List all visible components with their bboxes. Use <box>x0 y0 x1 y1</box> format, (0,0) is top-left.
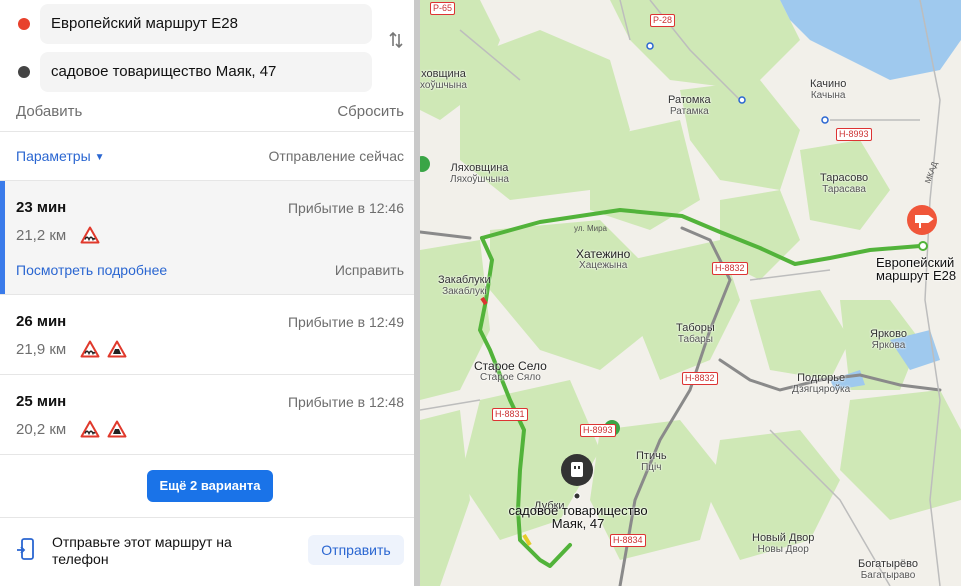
road-label: Р-65 <box>430 2 456 15</box>
route-details-link[interactable]: Посмотреть подробнее <box>16 262 167 278</box>
route-distance: 21,2 км <box>16 227 67 244</box>
waypoint-from-dot <box>18 18 30 30</box>
send-button[interactable]: Отправить <box>308 535 404 565</box>
place-label-staroe-selo: Старое Село Старое Сяло <box>474 359 547 383</box>
route-warnings <box>80 340 130 360</box>
place-label-lyakhovshchina-west: ховщина хоўшчына <box>420 68 467 91</box>
route-distance: 21,9 км <box>16 341 67 358</box>
parameters-dropdown[interactable]: Параметры ▼ <box>16 148 105 164</box>
route-time: 25 мин <box>16 393 67 410</box>
route-panel: Европейский маршрут E28 садовое товарище… <box>0 0 414 586</box>
waypoint-from-row: Европейский маршрут E28 <box>0 4 414 44</box>
route-option-3[interactable]: 25 мин Прибытие в 12:48 20,2 км <box>0 375 414 454</box>
swap-arrows-icon <box>389 31 403 49</box>
road-label: Н-8832 <box>712 262 748 275</box>
destination-label: Европейский маршрут E28 <box>876 255 957 283</box>
route-fix-link[interactable]: Исправить <box>335 262 404 278</box>
place-label-khatezhino: Хатежино Хацежына <box>576 247 631 271</box>
route-option-1[interactable]: 23 мин Прибытие в 12:46 21,2 км Посмотре… <box>0 181 414 294</box>
origin-label: садовое товарищество Маяк, 47 <box>508 503 648 531</box>
place-label-bogatyrevo: Богатырёво Багатыраво <box>858 558 919 581</box>
bumps-sign-icon <box>80 420 100 438</box>
send-to-phone-text: Отправьте этот маршрут на телефон <box>52 534 232 567</box>
unpaved-sign-icon <box>107 340 127 358</box>
place-label-tabory: Таборы Табары <box>676 322 715 345</box>
bumps-sign-icon <box>80 226 100 244</box>
route-warnings <box>80 420 130 440</box>
route-warnings <box>80 226 103 246</box>
place-label-kachino: Качино Качына <box>810 78 847 101</box>
swap-waypoints-button[interactable] <box>384 30 408 56</box>
parameters-label: Параметры <box>16 148 91 164</box>
divider <box>0 131 414 132</box>
street-label: ул. Мира <box>574 224 607 233</box>
place-label-tarasovo: Тарасово Тарасава <box>820 172 869 195</box>
add-waypoint-button[interactable]: Добавить <box>16 103 82 120</box>
map-view[interactable]: Ратомка Ратамка Качино Качына Ляховщина Лях… <box>420 0 961 586</box>
waypoint-to-input[interactable]: садовое товарищество Маяк, 47 <box>40 52 372 92</box>
unpaved-sign-icon <box>107 420 127 438</box>
place-label-yarkovo: Ярково Яркова <box>870 328 907 351</box>
route-arrival: Прибытие в 12:48 <box>287 394 404 410</box>
phone-send-icon <box>17 538 34 560</box>
destination-pin-icon[interactable] <box>907 205 937 235</box>
more-variants-button[interactable]: Ещё 2 варианта <box>147 470 273 502</box>
waypoint-to-row: садовое товарищество Маяк, 47 <box>0 52 414 92</box>
active-route-indicator <box>0 181 5 294</box>
place-label-ratomka: Ратомка Ратамка <box>668 94 711 117</box>
departure-time-selector[interactable]: Отправление сейчас <box>269 148 404 164</box>
divider <box>0 454 414 455</box>
road-label: Р-28 <box>650 14 676 27</box>
route-distance: 20,2 км <box>16 421 67 438</box>
road-label: Н-8834 <box>610 534 646 547</box>
route-option-2[interactable]: 26 мин Прибытие в 12:49 21,9 км <box>0 295 414 374</box>
map-canvas <box>420 0 961 586</box>
place-label-novy-dvor: Новый Двор Новы Двор <box>752 532 815 555</box>
road-label: Н-8831 <box>492 408 528 421</box>
bumps-sign-icon <box>80 340 100 358</box>
reset-button[interactable]: Сбросить <box>337 103 404 120</box>
route-time: 23 мин <box>16 199 67 216</box>
place-label-lyakhovshchina: Ляховщина Ляхоўшчына <box>450 162 509 185</box>
road-label: Н-8993 <box>836 128 872 141</box>
waypoint-from-input[interactable]: Европейский маршрут E28 <box>40 4 372 44</box>
send-to-phone-block: Отправьте этот маршрут на телефон Отправ… <box>0 518 414 586</box>
road-label: Н-8993 <box>580 424 616 437</box>
caret-down-icon: ▼ <box>94 152 105 163</box>
road-label: Н-8832 <box>682 372 718 385</box>
route-time: 26 мин <box>16 313 67 330</box>
waypoint-to-dot <box>18 66 30 78</box>
place-label-ptich: Птичь Пціч <box>636 450 667 473</box>
route-arrival: Прибытие в 12:46 <box>287 200 404 216</box>
place-label-zakabluki: Закаблуки Закаблукі <box>438 274 491 297</box>
place-label-podgorye: Подгорье Дзягцяроўка <box>792 372 851 395</box>
route-arrival: Прибытие в 12:49 <box>287 314 404 330</box>
